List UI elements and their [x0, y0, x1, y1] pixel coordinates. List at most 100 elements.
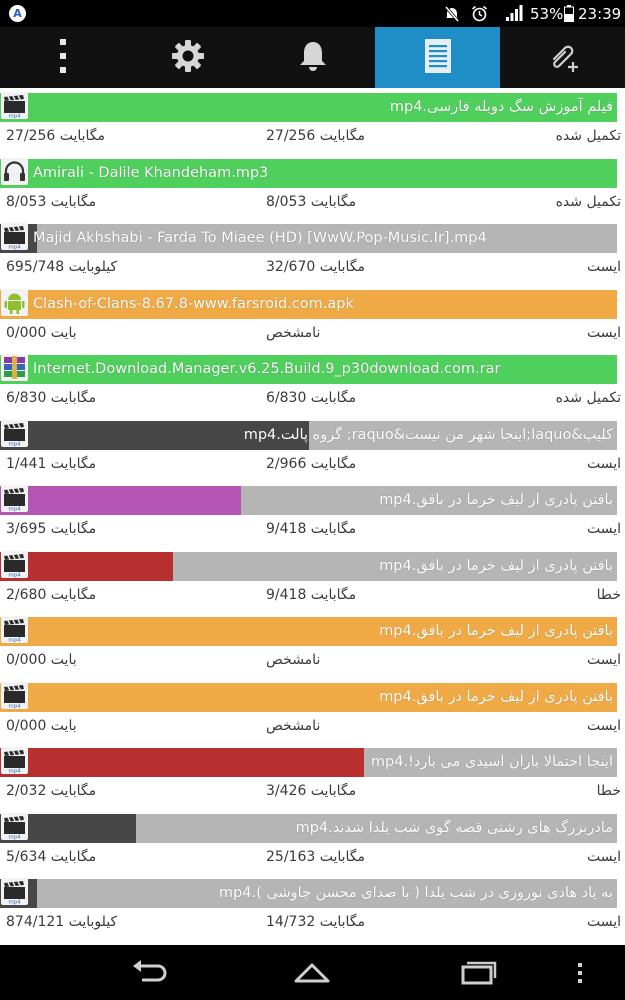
total-size: 8/053 مگابایت: [6, 193, 97, 210]
gear-icon: [171, 39, 204, 76]
total-size: 874/121 کیلوبایت: [6, 914, 118, 930]
battery-icon: [564, 5, 574, 26]
file-type-video-icon: mp4: [1, 223, 28, 250]
download-item[interactable]: mp4 بافتن پادری از لیف خرما در بافق.mp4 2/…: [0, 547, 625, 612]
file-name: بافتن پادری از لیف خرما در بافق.mp4: [379, 492, 613, 508]
download-item[interactable]: mp4 کلیپ&laquo;اینجا شهر من نیست&raquo; گ…: [0, 416, 625, 481]
tab-menu[interactable]: [0, 27, 125, 88]
file-name: بافتن پادری از لیف خرما در بافق.mp4: [379, 557, 613, 574]
download-item[interactable]: mp4 اینجا احتمالا باران اسیدی می بارد!.mp…: [0, 743, 625, 808]
total-size: 27/256 مگابایت: [6, 128, 106, 144]
total-size: 0/000 بایت: [6, 717, 77, 734]
status-text: ایست: [586, 914, 621, 930]
file-name: بافتن پادری از لیف خرما در بافق.mp4: [379, 623, 613, 639]
downloaded-size: 3/426 مگابایت: [266, 783, 357, 799]
download-item[interactable]: Internet.Download.Manager.v6.25.Build.9_…: [0, 350, 625, 415]
download-item[interactable]: mp4 بافتن پادری از لیف خرما در بافق.mp4 3/…: [0, 481, 625, 546]
downloaded-size: 2/966 مگابایت: [266, 455, 357, 472]
file-name: Majid Akhshabi - Farda To Miaee (HD) [Ww…: [33, 230, 487, 246]
file-name: فیلم آموزش سگ دوبله فارسی.mp4: [389, 99, 613, 115]
svg-text:mp4: mp4: [8, 572, 21, 578]
total-size: 3/695 مگابایت: [6, 521, 97, 537]
downloaded-size: نامشخص: [266, 652, 321, 668]
file-name: Clash-of-Clans-8.67.8-www.farsroid.com.a…: [33, 295, 354, 312]
svg-text:mp4: mp4: [8, 441, 21, 447]
document-list-icon: [424, 38, 451, 77]
file-name: به یاد هادی نوروزی در شب یلدا ( با صدای …: [218, 885, 613, 901]
svg-text:mp4: mp4: [8, 638, 21, 644]
downloaded-size: 8/053 مگابایت: [266, 193, 357, 210]
navigation-bar: [0, 945, 625, 1000]
total-size: 0/000 بایت: [6, 652, 77, 668]
status-text: ایست: [586, 259, 621, 275]
battery-level: 53%: [530, 5, 564, 23]
status-text: ایست: [586, 521, 621, 537]
progress-fill: [0, 748, 364, 777]
status-text: ایست: [586, 455, 621, 472]
file-name: Amirali - Dalile Khandeham.mp3: [33, 164, 269, 181]
svg-text:mp4: mp4: [8, 834, 21, 840]
status-text: ایست: [586, 324, 621, 341]
status-bar: A 53% 23:39: [0, 0, 625, 27]
total-size: 0/000 بایت: [6, 324, 77, 341]
download-item[interactable]: mp4 Majid Akhshabi - Farda To Miaee (HD) …: [0, 219, 625, 284]
download-item[interactable]: mp4 مادربزرگ های رشتی قصه گوی شب یلدا شدن…: [0, 809, 625, 874]
tab-downloads[interactable]: [375, 27, 500, 88]
downloaded-size: 6/830 مگابایت: [266, 390, 357, 406]
more-vertical-icon: [57, 38, 69, 77]
file-type-video-icon: mp4: [1, 747, 28, 774]
back-icon[interactable]: [128, 955, 168, 993]
tab-bar: [0, 27, 625, 88]
file-type-apk-icon: [1, 288, 28, 316]
progress-fill: [0, 486, 241, 515]
download-item[interactable]: Clash-of-Clans-8.67.8-www.farsroid.com.a…: [0, 285, 625, 350]
clock: 23:39: [578, 5, 622, 23]
downloaded-size: نامشخص: [266, 324, 321, 341]
status-text: تکمیل شده: [555, 193, 621, 210]
file-name: کلیپ&laquo;اینجا شهر من نیست&raquo; گروه…: [243, 426, 613, 443]
file-type-video-icon: mp4: [1, 812, 28, 840]
status-text: تکمیل شده: [555, 390, 621, 406]
home-icon[interactable]: [292, 955, 332, 993]
more-vertical-icon[interactable]: [574, 955, 586, 993]
download-list[interactable]: mp4 فیلم آموزش سگ دوبله فارسی.mp4 27/256 م…: [0, 88, 625, 945]
file-name: Internet.Download.Manager.v6.25.Build.9_…: [33, 361, 501, 377]
tab-notifications[interactable]: [250, 27, 375, 88]
total-size: 5/634 مگابایت: [6, 848, 97, 865]
file-name: مادربزرگ های رشتی قصه گوی شب یلدا شدند.m…: [295, 819, 613, 836]
download-item[interactable]: mp4 بافتن پادری از لیف خرما در بافق.mp4 0/…: [0, 678, 625, 743]
file-type-video-icon: mp4: [1, 550, 28, 578]
attachment-add-icon: [546, 39, 580, 77]
svg-text:mp4: mp4: [8, 114, 21, 120]
alarm-icon: [471, 5, 488, 26]
download-item[interactable]: mp4 فیلم آموزش سگ دوبله فارسی.mp4 27/256 م…: [0, 88, 625, 153]
svg-text:mp4: mp4: [8, 703, 21, 709]
file-type-video-icon: mp4: [1, 616, 28, 643]
file-type-audio-icon: [1, 157, 28, 185]
file-type-video-icon: mp4: [1, 92, 28, 119]
file-type-video-icon: mp4: [1, 419, 28, 447]
status-text: ایست: [586, 717, 621, 734]
status-text: خطا: [596, 783, 621, 799]
download-item[interactable]: mp4 به یاد هادی نوروزی در شب یلدا ( با صد…: [0, 874, 625, 939]
total-size: 2/680 مگابایت: [6, 586, 97, 603]
downloaded-size: 27/256 مگابایت: [266, 128, 366, 144]
downloaded-size: نامشخص: [266, 717, 321, 734]
file-type-archive-icon: [1, 354, 28, 381]
total-size: 1/441 مگابایت: [6, 455, 97, 472]
file-name: بافتن پادری از لیف خرما در بافق.mp4: [379, 688, 613, 705]
status-text: ایست: [586, 848, 621, 865]
download-item[interactable]: Amirali - Dalile Khandeham.mp3 8/053 مگاب…: [0, 154, 625, 219]
downloaded-size: 32/670 مگابایت: [266, 259, 366, 275]
tab-settings[interactable]: [125, 27, 250, 88]
file-type-video-icon: mp4: [1, 878, 28, 905]
screen: A 53% 23:39 mp4 فیلم آموزش سگ دوبله فارس…: [0, 0, 625, 1000]
file-type-video-icon: mp4: [1, 485, 28, 512]
tab-add[interactable]: [500, 27, 625, 88]
recents-icon[interactable]: [458, 955, 498, 993]
file-type-video-icon: mp4: [1, 681, 28, 709]
download-item[interactable]: mp4 بافتن پادری از لیف خرما در بافق.mp4 0/…: [0, 612, 625, 677]
status-text: تکمیل شده: [555, 128, 621, 144]
svg-text:mp4: mp4: [8, 900, 21, 906]
status-text: خطا: [596, 586, 621, 603]
